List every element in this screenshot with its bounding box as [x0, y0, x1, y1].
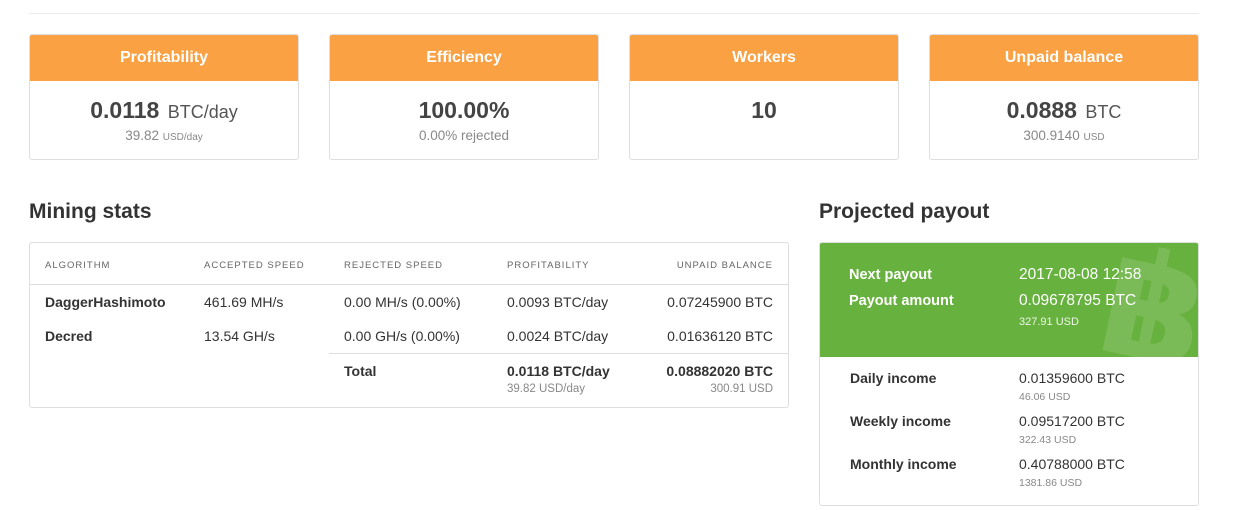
card-subvalue: 0.00% rejected [418, 128, 510, 143]
daily-income-usd: 46.06 USD [1019, 391, 1071, 403]
payout-amount-usd: 327.91 USD [1019, 316, 1079, 328]
card-title: Efficiency [330, 35, 598, 81]
monthly-income-label: Monthly income [850, 456, 957, 472]
mining-stats-table: ALGORITHM ACCEPTED SPEED REJECTED SPEED … [29, 242, 789, 408]
mining-stats-title: Mining stats [29, 200, 152, 223]
row-accepted-speed: 461.69 MH/s [204, 294, 284, 310]
payout-summary: ฿ Next payout 2017-08-08 12:58 Payout am… [820, 243, 1198, 357]
card-unit: BTC/day [167, 102, 238, 122]
column-header-unpaid-balance: UNPAID BALANCE [676, 260, 773, 271]
row-rejected-speed: 0.00 MH/s (0.00%) [344, 294, 461, 310]
card-value: 0.0888 BTC [1006, 97, 1122, 123]
efficiency-card: Efficiency 100.00% 0.00% rejected [329, 34, 599, 160]
card-subvalue: 39.82 USD/day [125, 128, 203, 143]
total-unpaid-balance: 0.08882020 BTC [666, 363, 773, 379]
weekly-income-value: 0.09517200 BTC [1019, 413, 1125, 429]
monthly-income-value: 0.40788000 BTC [1019, 456, 1125, 472]
weekly-income-label: Weekly income [850, 413, 951, 429]
workers-card[interactable]: Workers 10 [629, 34, 899, 160]
row-algorithm[interactable]: DaggerHashimoto [45, 294, 166, 310]
row-profitability: 0.0024 BTC/day [507, 328, 609, 344]
row-accepted-speed: 13.54 GH/s [204, 328, 275, 344]
card-value: 100.00% [418, 97, 510, 123]
payout-amount-value: 0.09678795 BTC [1019, 292, 1137, 309]
top-divider [29, 13, 1199, 14]
row-unpaid-balance: 0.01636120 BTC [667, 328, 773, 344]
card-title: Profitability [30, 35, 298, 81]
daily-income-value: 0.01359600 BTC [1019, 370, 1125, 386]
card-subvalue: 300.9140 USD [1023, 128, 1105, 143]
card-value: 10 [751, 97, 777, 123]
projected-payout-panel: ฿ Next payout 2017-08-08 12:58 Payout am… [819, 242, 1199, 506]
profitability-card: Profitability 0.0118 BTC/day 39.82 USD/d… [29, 34, 299, 160]
row-rejected-speed: 0.00 GH/s (0.00%) [344, 328, 460, 344]
card-title: Workers [630, 35, 898, 81]
column-header-rejected-speed: REJECTED SPEED [344, 260, 443, 271]
row-unpaid-balance: 0.07245900 BTC [667, 294, 773, 310]
next-payout-label: Next payout [849, 267, 932, 283]
total-profitability: 0.0118 BTC/day [507, 363, 610, 379]
card-unit: BTC [1085, 102, 1122, 122]
column-header-algorithm: ALGORITHM [45, 260, 111, 271]
payout-amount-label: Payout amount [849, 293, 954, 309]
column-header-accepted-speed: ACCEPTED SPEED [204, 260, 305, 271]
row-profitability: 0.0093 BTC/day [507, 294, 609, 310]
row-algorithm[interactable]: Decred [45, 328, 92, 344]
card-value: 0.0118 BTC/day [90, 97, 238, 123]
header-divider [30, 284, 788, 285]
projected-payout-title: Projected payout [819, 200, 990, 223]
daily-income-label: Daily income [850, 370, 937, 386]
weekly-income-usd: 322.43 USD [1019, 434, 1077, 446]
column-header-profitability: PROFITABILITY [507, 260, 590, 271]
monthly-income-usd: 1381.86 USD [1019, 477, 1083, 489]
card-title: Unpaid balance [930, 35, 1198, 81]
total-divider [329, 353, 788, 354]
total-profitability-usd: 39.82 USD/day [507, 383, 585, 395]
unpaid-balance-card: Unpaid balance 0.0888 BTC 300.9140 USD [929, 34, 1199, 160]
total-label: Total [344, 363, 377, 379]
next-payout-value: 2017-08-08 12:58 [1019, 266, 1142, 283]
total-unpaid-usd: 300.91 USD [710, 383, 773, 395]
